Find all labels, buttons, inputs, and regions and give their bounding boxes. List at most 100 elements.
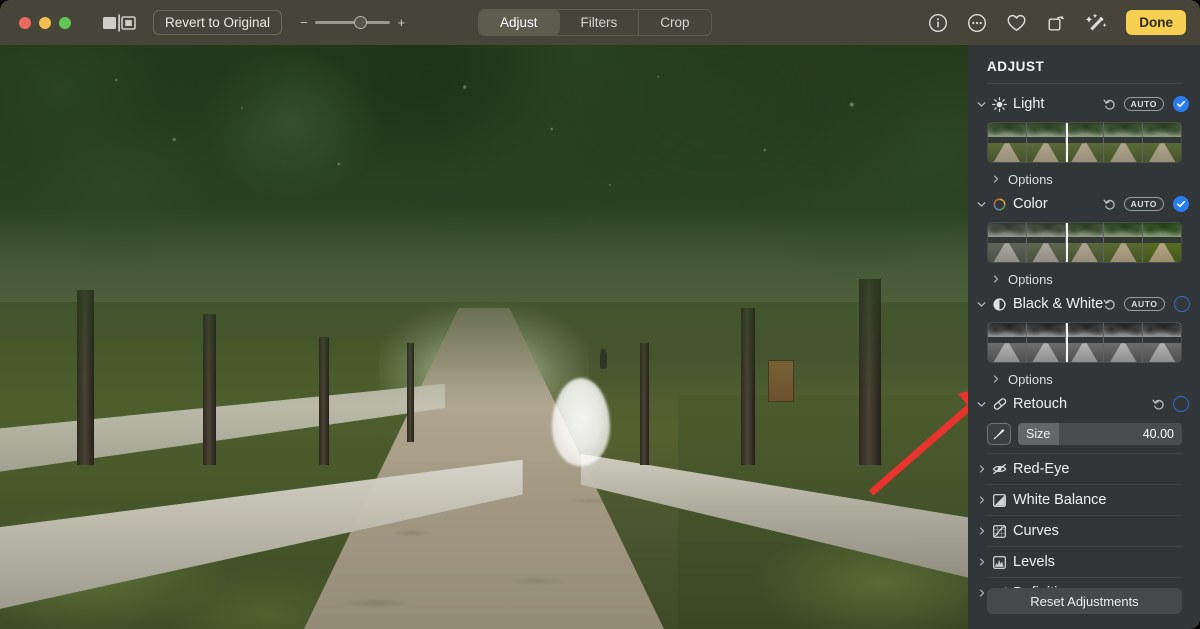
toggle-color-checkbox[interactable] <box>1173 196 1189 212</box>
toggle-retouch-checkbox[interactable] <box>1173 396 1189 412</box>
tab-adjust[interactable]: Adjust <box>479 10 560 35</box>
tab-adjust-label: Adjust <box>500 15 538 30</box>
strip-thumbnail[interactable] <box>1103 323 1143 362</box>
more-options-icon[interactable] <box>967 13 987 33</box>
strip-thumbnail[interactable] <box>1025 223 1065 262</box>
strip-thumbnail[interactable] <box>1064 123 1104 162</box>
done-label: Done <box>1139 15 1173 30</box>
split-view-icon[interactable] <box>102 13 136 32</box>
chevron-down-icon[interactable] <box>974 100 989 109</box>
reset-retouch-icon[interactable] <box>1152 398 1165 411</box>
section-header-levels[interactable]: Levels <box>968 547 1200 577</box>
tab-crop-label: Crop <box>660 15 690 30</box>
toggle-black-and-white-checkbox[interactable] <box>1173 296 1190 312</box>
sidebar-divider <box>987 83 1182 84</box>
window-toolbar: Revert to Original − + Adjust Filters Cr… <box>0 0 1200 45</box>
auto-enhance-wand-icon[interactable] <box>1085 13 1107 33</box>
rotate-icon[interactable] <box>1046 13 1066 33</box>
strip-thumbnail[interactable] <box>988 323 1026 362</box>
color-options-row[interactable]: Options <box>968 267 1200 291</box>
favorite-heart-icon[interactable] <box>1006 13 1027 33</box>
section-header-black-and-white[interactable]: Black & White AUTO <box>968 291 1200 317</box>
reset-light-icon[interactable] <box>1103 98 1116 111</box>
strip-thumbnail[interactable] <box>1103 123 1143 162</box>
light-options-row[interactable]: Options <box>968 167 1200 191</box>
toolbar-right-actions: Done <box>928 0 1186 45</box>
photo-canvas[interactable] <box>0 45 968 629</box>
strip-thumbnail[interactable] <box>1142 323 1181 362</box>
minimize-window-button[interactable] <box>39 16 51 29</box>
black-and-white-options-row[interactable]: Options <box>968 367 1200 391</box>
retouch-size-value: 40.00 <box>1142 427 1174 441</box>
chevron-right-icon[interactable] <box>974 465 989 473</box>
strip-position-marker[interactable] <box>1065 323 1068 362</box>
strip-thumbnail[interactable] <box>1025 323 1065 362</box>
section-header-retouch[interactable]: Retouch <box>968 391 1200 417</box>
revert-to-original-button[interactable]: Revert to Original <box>153 10 283 35</box>
color-options-label: Options <box>1008 271 1053 287</box>
zoom-slider-knob[interactable] <box>353 16 367 29</box>
light-variant-strip[interactable] <box>987 122 1182 163</box>
color-variant-strip[interactable] <box>987 222 1182 263</box>
photos-editor-window: Revert to Original − + Adjust Filters Cr… <box>0 0 1200 629</box>
zoom-in-icon[interactable]: + <box>397 16 405 29</box>
section-header-light[interactable]: Light AUTO <box>968 91 1200 117</box>
strip-thumbnail[interactable] <box>1103 223 1143 262</box>
auto-color-button[interactable]: AUTO <box>1123 196 1164 212</box>
chevron-right-icon[interactable] <box>989 375 1002 383</box>
zoom-slider[interactable]: − + <box>300 16 405 29</box>
section-header-white-balance[interactable]: White Balance <box>968 485 1200 515</box>
close-window-button[interactable] <box>19 16 31 29</box>
black-and-white-options-label: Options <box>1008 371 1053 387</box>
tab-crop[interactable]: Crop <box>639 10 710 35</box>
reset-black-and-white-icon[interactable] <box>1103 298 1116 311</box>
tab-filters[interactable]: Filters <box>560 10 640 35</box>
strip-position-marker[interactable] <box>1065 123 1068 162</box>
traffic-lights <box>19 16 71 29</box>
section-label-white-balance: White Balance <box>1013 492 1107 508</box>
strip-thumbnail[interactable] <box>1064 323 1104 362</box>
zoom-slider-track[interactable] <box>314 16 391 29</box>
chevron-right-icon[interactable] <box>974 496 989 504</box>
black-and-white-variant-strip[interactable] <box>987 322 1182 363</box>
retouch-size-slider[interactable]: Size 40.00 <box>1018 423 1182 445</box>
zoom-out-icon[interactable]: − <box>300 16 308 29</box>
photo-distant-person <box>600 348 608 369</box>
strip-thumbnail[interactable] <box>1142 123 1181 162</box>
retouch-size-label: Size <box>1026 427 1051 441</box>
chevron-right-icon[interactable] <box>974 558 989 566</box>
section-label-light: Light <box>1013 96 1045 112</box>
maximize-window-button[interactable] <box>59 16 71 29</box>
section-header-curves[interactable]: Curves <box>968 516 1200 546</box>
chevron-down-icon[interactable] <box>974 300 989 309</box>
section-header-color[interactable]: Color AUTO <box>968 191 1200 217</box>
strip-thumbnail[interactable] <box>988 223 1026 262</box>
curves-icon <box>989 524 1010 539</box>
photo-canopy-highlights <box>0 45 968 396</box>
strip-thumbnail[interactable] <box>1142 223 1181 262</box>
chevron-right-icon[interactable] <box>989 275 1002 283</box>
retouch-controls-row: Size 40.00 <box>987 423 1182 445</box>
eye-slash-icon <box>989 461 1010 477</box>
strip-thumbnail[interactable] <box>1025 123 1065 162</box>
section-label-levels: Levels <box>1013 554 1055 570</box>
auto-light-button[interactable]: AUTO <box>1123 96 1164 112</box>
done-button[interactable]: Done <box>1126 10 1186 35</box>
strip-position-marker[interactable] <box>1065 223 1068 262</box>
reset-adjustments-button[interactable]: Reset Adjustments <box>987 588 1182 614</box>
chevron-right-icon[interactable] <box>974 527 989 535</box>
strip-thumbnail[interactable] <box>988 123 1026 162</box>
section-label-retouch: Retouch <box>1013 396 1068 412</box>
reset-color-icon[interactable] <box>1103 198 1116 211</box>
contrast-circle-icon <box>989 297 1010 312</box>
chevron-down-icon[interactable] <box>974 200 989 209</box>
toggle-light-checkbox[interactable] <box>1173 96 1189 112</box>
retouch-brush-tool-button[interactable] <box>987 423 1011 445</box>
section-header-red-eye[interactable]: Red-Eye <box>968 454 1200 484</box>
section-label-curves: Curves <box>1013 523 1059 539</box>
chevron-down-icon[interactable] <box>974 400 989 409</box>
strip-thumbnail[interactable] <box>1064 223 1104 262</box>
auto-black-and-white-button[interactable]: AUTO <box>1124 296 1165 312</box>
info-icon[interactable] <box>928 13 948 33</box>
chevron-right-icon[interactable] <box>989 175 1002 183</box>
